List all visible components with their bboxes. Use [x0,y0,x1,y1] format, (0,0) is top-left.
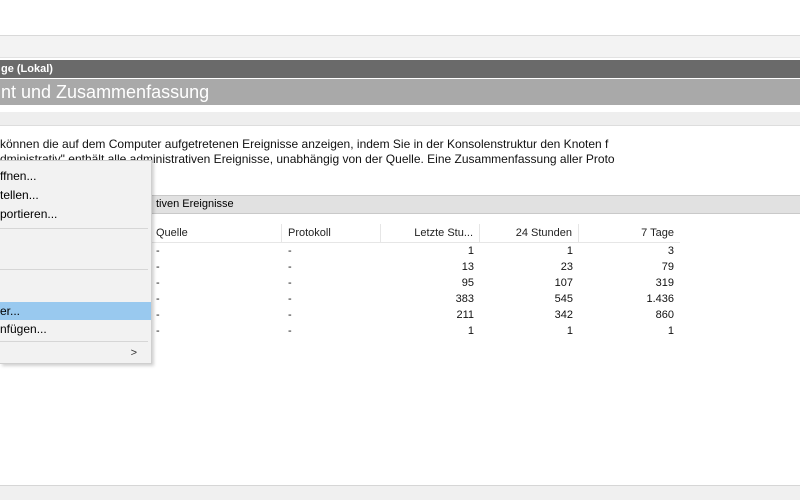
context-menu: ffnen... tellen... portieren... er... nf… [0,160,152,364]
cell-log: - [288,261,292,273]
cell-last-hour: 383 [455,293,474,305]
cell-24-hours: 1 [566,245,573,257]
cell-24-hours: 107 [554,277,573,289]
cell-log: - [288,277,292,289]
overview-section-bar[interactable] [0,112,800,126]
menu-item-import-view[interactable]: portieren... [0,205,151,223]
table-row[interactable]: - - 383 545 1.436 [150,291,680,307]
status-bar [0,485,800,500]
cell-7-days: 860 [655,309,674,321]
table-row[interactable]: - - 1 1 3 [150,243,680,259]
cell-last-hour: 1 [467,245,474,257]
menu-separator [0,341,148,342]
toolbar-band [0,36,800,58]
cell-7-days: 319 [655,277,674,289]
menu-item-add[interactable]: nfügen... [0,320,151,338]
cell-log: - [288,309,292,321]
menu-item-selected[interactable]: er... [0,302,151,320]
table-header: Quelle Protokoll Letzte Stu... 24 Stunde… [150,224,680,243]
cell-source: - [156,245,160,257]
cell-24-hours: 545 [554,293,573,305]
table-row[interactable]: - - 95 107 319 [150,275,680,291]
description-line-1: können die auf dem Computer aufgetretene… [0,137,609,151]
cell-24-hours: 342 [554,309,573,321]
overview-header-title: nt und Zusammenfassung [1,82,210,102]
overview-header: nt und Zusammenfassung [0,79,800,105]
admin-events-section-title: tiven Ereignisse [156,198,234,210]
menu-item-open-log[interactable]: ffnen... [0,167,151,185]
table-row[interactable]: - - 13 23 79 [150,259,680,275]
cell-24-hours: 1 [566,325,573,337]
console-header: ge (Lokal) [0,60,800,78]
cell-log: - [288,293,292,305]
cell-source: - [156,277,160,289]
cell-24-hours: 23 [560,261,573,273]
table-row[interactable]: - - 1 1 1 [150,323,680,339]
cell-last-hour: 1 [467,325,474,337]
cell-log: - [288,245,292,257]
cell-source: - [156,309,160,321]
menu-separator [0,228,148,229]
menu-item-create-view[interactable]: tellen... [0,186,151,204]
column-header-last-hour[interactable]: Letzte Stu... [381,224,480,242]
console-header-title: ge (Lokal) [1,63,53,75]
top-toolbar [0,0,800,36]
cell-7-days: 1 [667,325,674,337]
cell-source: - [156,261,160,273]
cell-last-hour: 13 [461,261,474,273]
cell-last-hour: 211 [456,309,474,321]
cell-7-days: 3 [667,245,674,257]
cell-last-hour: 95 [461,277,474,289]
cell-log: - [288,325,292,337]
admin-events-table: Quelle Protokoll Letzte Stu... 24 Stunde… [150,224,680,339]
column-header-log[interactable]: Protokoll [282,224,381,242]
cell-7-days: 1.436 [646,293,674,305]
menu-separator [0,269,148,270]
table-row[interactable]: - - 211 342 860 [150,307,680,323]
cell-7-days: 79 [661,261,674,273]
column-header-24-hours[interactable]: 24 Stunden [480,224,579,242]
chevron-right-icon: > [130,347,137,359]
cell-source: - [156,325,160,337]
menu-item-view-submenu[interactable]: > [0,344,151,362]
column-header-source[interactable]: Quelle [150,224,282,242]
cell-source: - [156,293,160,305]
column-header-7-days[interactable]: 7 Tage [579,224,680,242]
